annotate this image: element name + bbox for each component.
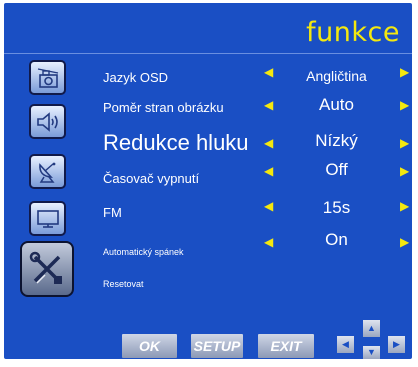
menu-row-value: On [325,230,348,249]
channel-icon[interactable] [29,154,66,189]
arrow-right-icon[interactable]: ▶ [400,66,409,78]
menu-row-value: Angličtina [306,68,367,84]
arrow-right-icon[interactable]: ▶ [400,200,409,212]
nav-left-button[interactable]: ◀ [337,336,354,353]
menu-row-label-selected[interactable]: Redukce hluku [103,130,249,156]
arrow-right-icon[interactable]: ▶ [400,165,409,177]
arrow-right-icon[interactable]: ▶ [400,99,409,111]
osd-screen: funkce Jazyk OSD ◀ Angličtina ▶ Poměr st… [4,3,412,359]
arrow-left-icon[interactable]: ◀ [264,137,273,149]
menu-row-value: Off [325,160,348,179]
picture-icon[interactable] [29,60,66,95]
sound-icon[interactable] [29,104,66,139]
channel-icon-glyph [38,162,55,183]
menu-row-label[interactable]: Automatický spánek [103,247,184,257]
arrow-left-icon[interactable]: ◀ [264,165,273,177]
menu-row-label[interactable]: Poměr stran obrázku [103,100,224,115]
screen-icon-glyph [36,209,59,228]
arrow-left-icon[interactable]: ◀ [264,66,273,78]
title-divider [4,53,412,54]
nav-down-button[interactable]: ▼ [363,346,380,359]
menu-row-label[interactable]: Časovač vypnutí [103,171,199,186]
function-icon[interactable] [20,241,74,297]
menu-row-value: Nízký [315,131,358,150]
menu-title: funkce [306,17,400,48]
menu-row-value: Auto [319,95,354,114]
exit-button[interactable]: EXIT [258,334,314,358]
ok-button[interactable]: OK [122,334,177,358]
setup-button[interactable]: SETUP [191,334,243,358]
menu-row-label[interactable]: Jazyk OSD [103,70,168,85]
screen-icon[interactable] [29,201,66,236]
menu-row-label[interactable]: FM [103,205,122,220]
picture-icon-glyph [37,67,58,88]
arrow-right-icon[interactable]: ▶ [400,236,409,248]
nav-right-button[interactable]: ▶ [388,336,405,353]
nav-up-button[interactable]: ▲ [363,320,380,337]
sound-icon-glyph [36,111,58,132]
menu-row-value: 15s [322,198,351,217]
arrow-left-icon[interactable]: ◀ [264,200,273,212]
tools-icon [29,251,62,284]
menu-row-label[interactable]: Resetovat [103,279,144,289]
arrow-right-icon[interactable]: ▶ [400,137,409,149]
arrow-left-icon[interactable]: ◀ [264,236,273,248]
arrow-left-icon[interactable]: ◀ [264,99,273,111]
